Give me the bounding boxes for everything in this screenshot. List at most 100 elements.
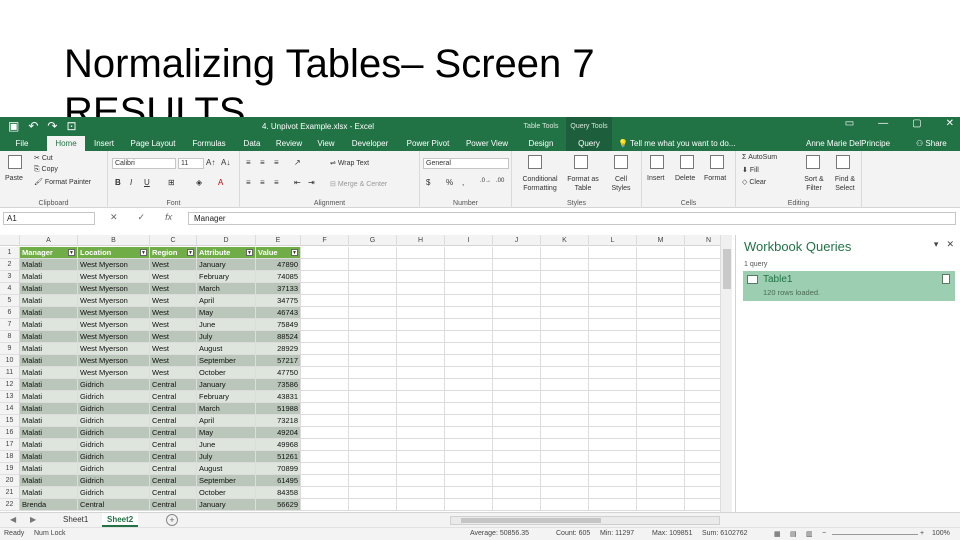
font-size-select[interactable]: 11 bbox=[178, 158, 204, 169]
empty-cell[interactable] bbox=[685, 415, 720, 427]
next-sheet-icon[interactable]: ▶ bbox=[30, 515, 36, 524]
empty-cell[interactable] bbox=[349, 307, 397, 319]
empty-cell[interactable] bbox=[541, 271, 589, 283]
empty-cell[interactable] bbox=[301, 451, 349, 463]
row-header[interactable]: 7 bbox=[0, 319, 20, 331]
tab-view[interactable]: View bbox=[311, 136, 341, 151]
empty-cell[interactable] bbox=[589, 499, 637, 511]
table-cell[interactable]: Gidrich bbox=[78, 391, 150, 403]
table-cell[interactable]: March bbox=[197, 283, 256, 295]
zoom-slider[interactable] bbox=[832, 534, 918, 535]
empty-cell[interactable] bbox=[493, 499, 541, 511]
empty-cell[interactable] bbox=[493, 367, 541, 379]
empty-cell[interactable] bbox=[349, 331, 397, 343]
empty-cell[interactable] bbox=[637, 403, 685, 415]
normal-view-icon[interactable]: ▦ bbox=[774, 530, 781, 538]
table-cell[interactable]: West Myerson bbox=[78, 331, 150, 343]
table-cell[interactable]: 74085 bbox=[256, 271, 301, 283]
table-cell[interactable]: Malati bbox=[20, 463, 78, 475]
vertical-scrollbar[interactable] bbox=[720, 235, 732, 512]
sort-filter-button[interactable]: Sort & Filter bbox=[800, 175, 828, 193]
tab-data[interactable]: Data bbox=[237, 136, 267, 151]
insert-cells-icon[interactable] bbox=[650, 155, 664, 169]
empty-cell[interactable] bbox=[589, 247, 637, 259]
empty-cell[interactable] bbox=[349, 259, 397, 271]
table-cell[interactable]: 73586 bbox=[256, 379, 301, 391]
row-header[interactable]: 16 bbox=[0, 427, 20, 439]
empty-cell[interactable] bbox=[541, 319, 589, 331]
table-cell[interactable]: Malati bbox=[20, 391, 78, 403]
empty-cell[interactable] bbox=[637, 487, 685, 499]
empty-cell[interactable] bbox=[637, 343, 685, 355]
table-cell[interactable]: 61495 bbox=[256, 475, 301, 487]
empty-cell[interactable] bbox=[445, 247, 493, 259]
borders-icon[interactable]: ⊞ bbox=[168, 178, 175, 187]
table-cell[interactable]: 56629 bbox=[256, 499, 301, 511]
empty-cell[interactable] bbox=[541, 451, 589, 463]
align-left-icon[interactable]: ≡ bbox=[246, 178, 251, 187]
autosum-button[interactable]: Σ AutoSum bbox=[742, 154, 777, 161]
empty-cell[interactable] bbox=[541, 475, 589, 487]
table-cell[interactable]: September bbox=[197, 475, 256, 487]
table-cell[interactable]: 47750 bbox=[256, 367, 301, 379]
empty-cell[interactable] bbox=[349, 355, 397, 367]
table-cell[interactable]: West Myerson bbox=[78, 283, 150, 295]
user-name[interactable]: Anne Marie DelPrincipe bbox=[806, 136, 890, 151]
table-cell[interactable]: June bbox=[197, 439, 256, 451]
comma-icon[interactable]: , bbox=[462, 178, 464, 187]
empty-cell[interactable] bbox=[445, 379, 493, 391]
empty-cell[interactable] bbox=[301, 403, 349, 415]
empty-cell[interactable] bbox=[301, 379, 349, 391]
fill-color-icon[interactable]: ◈ bbox=[196, 178, 202, 187]
empty-cell[interactable] bbox=[589, 331, 637, 343]
empty-cell[interactable] bbox=[397, 427, 445, 439]
table-cell[interactable]: West Myerson bbox=[78, 343, 150, 355]
row-header[interactable]: 17 bbox=[0, 439, 20, 451]
query-item[interactable]: Table1 120 rows loaded. bbox=[743, 271, 955, 301]
quick-access-icon[interactable]: ⊡ bbox=[66, 119, 76, 133]
grow-font-icon[interactable]: A↑ bbox=[206, 158, 215, 167]
empty-cell[interactable] bbox=[589, 487, 637, 499]
table-cell[interactable]: Malati bbox=[20, 367, 78, 379]
table-cell[interactable]: Malati bbox=[20, 403, 78, 415]
empty-cell[interactable] bbox=[301, 391, 349, 403]
empty-cell[interactable] bbox=[637, 283, 685, 295]
empty-cell[interactable] bbox=[493, 475, 541, 487]
table-cell[interactable]: 73218 bbox=[256, 415, 301, 427]
empty-cell[interactable] bbox=[445, 487, 493, 499]
format-cells-icon[interactable] bbox=[710, 155, 724, 169]
empty-cell[interactable] bbox=[445, 331, 493, 343]
column-header[interactable]: F bbox=[301, 235, 349, 246]
table-cell[interactable]: Malati bbox=[20, 415, 78, 427]
table-cell[interactable]: Malati bbox=[20, 319, 78, 331]
empty-cell[interactable] bbox=[493, 487, 541, 499]
column-header[interactable]: J bbox=[493, 235, 541, 246]
table-cell[interactable]: August bbox=[197, 463, 256, 475]
save-icon[interactable]: ▣ bbox=[8, 119, 19, 133]
name-box[interactable]: A1 bbox=[3, 212, 95, 225]
empty-cell[interactable] bbox=[493, 379, 541, 391]
empty-cell[interactable] bbox=[637, 391, 685, 403]
row-header[interactable]: 1 bbox=[0, 247, 20, 259]
column-header[interactable]: I bbox=[445, 235, 493, 246]
empty-cell[interactable] bbox=[397, 487, 445, 499]
empty-cell[interactable] bbox=[493, 319, 541, 331]
empty-cell[interactable] bbox=[301, 475, 349, 487]
filter-dropdown-icon[interactable]: ▼ bbox=[246, 249, 253, 256]
empty-cell[interactable] bbox=[637, 355, 685, 367]
empty-cell[interactable] bbox=[685, 427, 720, 439]
empty-cell[interactable] bbox=[541, 331, 589, 343]
table-cell[interactable]: 28929 bbox=[256, 343, 301, 355]
empty-cell[interactable] bbox=[541, 427, 589, 439]
empty-cell[interactable] bbox=[445, 259, 493, 271]
empty-cell[interactable] bbox=[349, 403, 397, 415]
empty-cell[interactable] bbox=[397, 319, 445, 331]
table-cell[interactable]: Malati bbox=[20, 487, 78, 499]
empty-cell[interactable] bbox=[589, 307, 637, 319]
empty-cell[interactable] bbox=[301, 343, 349, 355]
row-header[interactable]: 15 bbox=[0, 415, 20, 427]
table-cell[interactable]: Central bbox=[150, 379, 197, 391]
table-cell[interactable]: West Myerson bbox=[78, 367, 150, 379]
table-cell[interactable]: April bbox=[197, 415, 256, 427]
table-cell[interactable]: Malati bbox=[20, 439, 78, 451]
